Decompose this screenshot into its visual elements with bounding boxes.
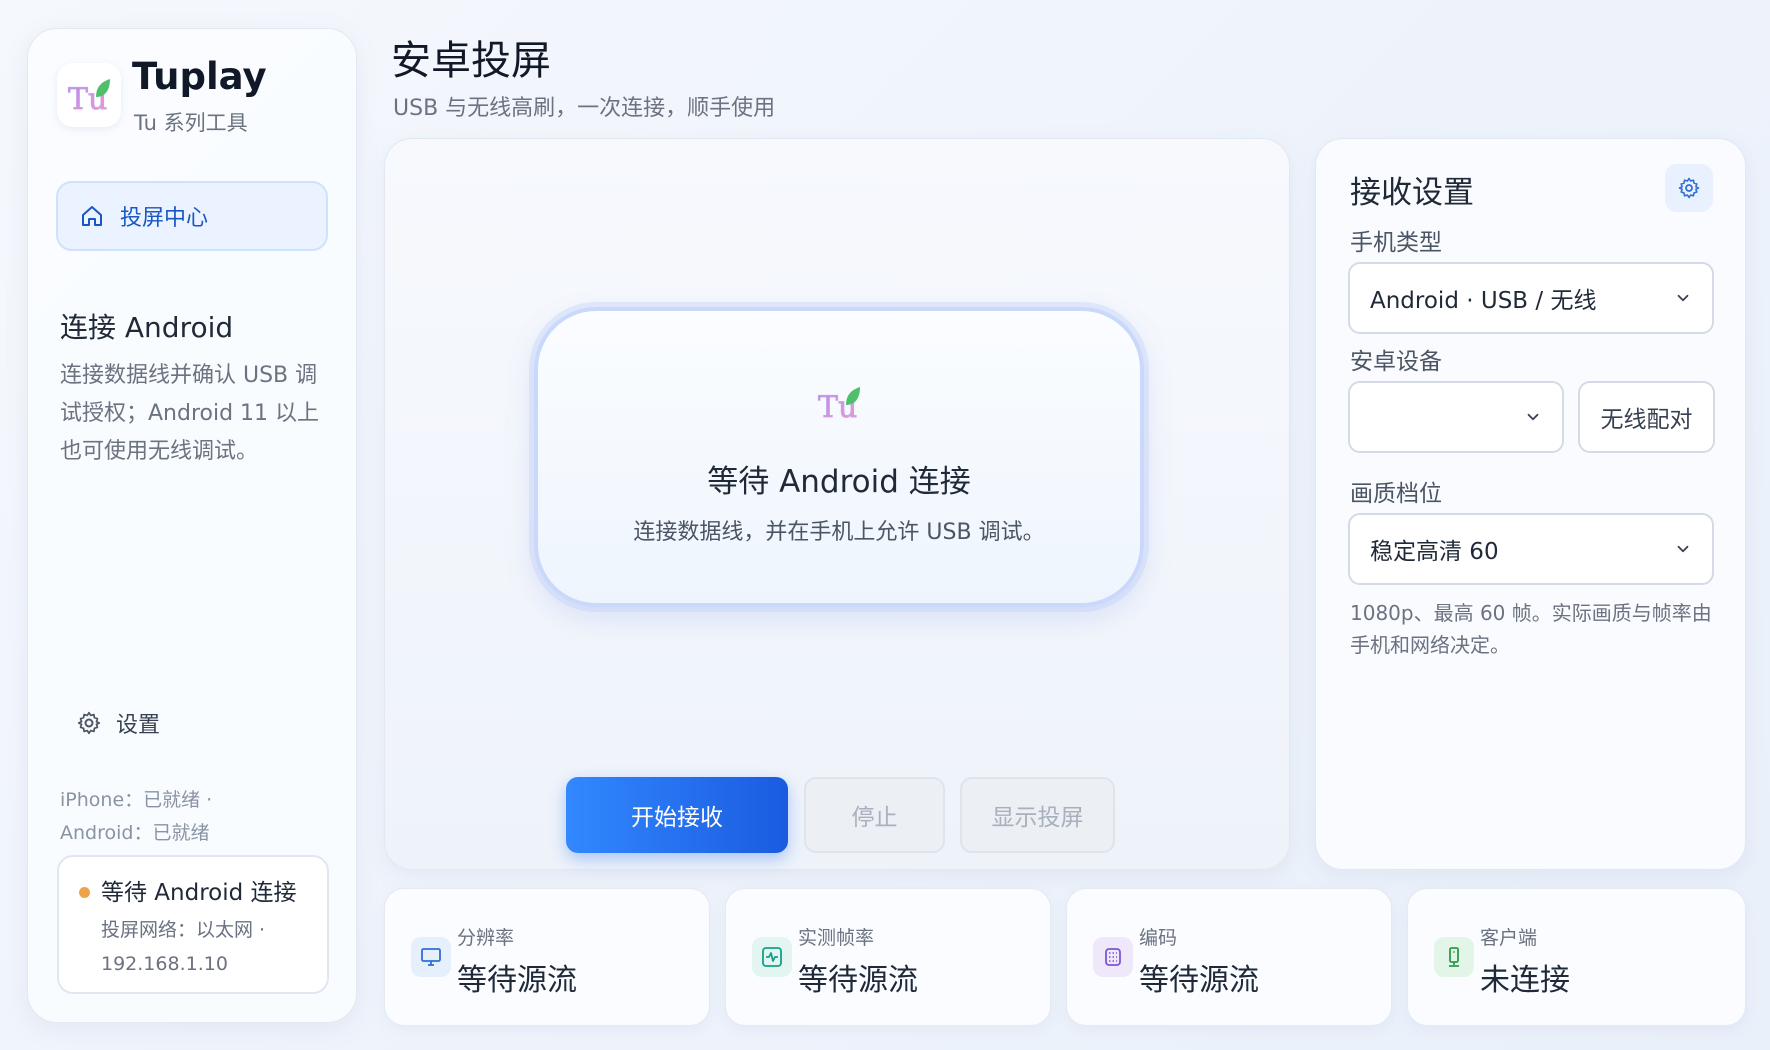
waiting-title: 等待 Android 连接 [707,464,971,500]
stat-value: 等待源流 [1139,963,1259,998]
chevron-down-icon [1677,294,1689,302]
stat-value: 未连接 [1480,963,1570,998]
phone-type-select[interactable]: Android · USB / 无线 [1348,262,1714,334]
stat-label: 客户端 [1480,927,1538,949]
waiting-description: 连接数据线，并在手机上允许 USB 调试。 [633,520,1045,545]
chevron-down-icon [1677,545,1689,553]
brand-name: Tuplay [132,55,267,98]
settings-gear-button[interactable] [1665,164,1713,212]
nav-item-label: 投屏中心 [120,206,209,231]
nav-item-cast-center[interactable]: 投屏中心 [56,181,328,251]
brand-subtitle: Tu 系列工具 [134,111,248,135]
stat-label: 分辨率 [457,927,515,949]
status-ip: 192.168.1.10 [101,953,228,975]
iphone-ready: iPhone：已就绪 · [60,789,213,811]
cast-panel: Tu 等待 Android 连接 连接数据线，并在手机上允许 USB 调试。 开… [384,138,1290,870]
device-select[interactable] [1348,381,1564,453]
connection-status-card: 等待 Android 连接 投屏网络：以太网 · 192.168.1.10 [57,855,329,994]
monitor-icon [411,937,451,977]
app-logo: Tu [57,63,121,127]
wireless-pair-button[interactable]: 无线配对 [1578,381,1715,453]
gear-icon [77,711,101,735]
waiting-card: Tu 等待 Android 连接 连接数据线，并在手机上允许 USB 调试。 [534,307,1144,607]
home-icon [82,206,102,226]
stat-card-fps: 实测帧率 等待源流 [725,888,1051,1026]
chevron-down-icon [1527,413,1539,421]
quality-value: 稳定高清 60 [1370,539,1499,565]
activity-icon [752,937,792,977]
stat-label: 编码 [1139,927,1178,949]
android-ready: Android：已就绪 [60,822,210,844]
settings-label: 设置 [116,713,161,738]
quality-note: 1080p、最高 60 帧。实际画质与帧率由手机和网络决定。 [1350,601,1712,657]
stat-card-codec: 编码 等待源流 [1066,888,1392,1026]
section-description: 连接数据线并确认 USB 调试授权；Android 11 以上也可使用无线调试。 [60,363,320,464]
stat-label: 实测帧率 [798,927,875,949]
stop-button[interactable]: 停止 [804,777,945,853]
sidebar: Tu Tuplay Tu 系列工具 投屏中心 连接 Android 连接数据线并… [27,28,357,1023]
page-title: 安卓投屏 [391,38,551,84]
quality-select[interactable]: 稳定高清 60 [1348,513,1714,585]
settings-title: 接收设置 [1350,175,1474,211]
page-subtitle: USB 与无线高刷，一次连接，顺手使用 [393,96,776,121]
chip-icon [1093,937,1133,977]
status-dot [79,887,90,898]
tuplay-logo-icon: Tu [818,387,860,423]
quality-label: 画质档位 [1350,481,1442,507]
section-title: 连接 Android [60,311,234,344]
phone-type-value: Android · USB / 无线 [1370,288,1597,314]
receive-settings-panel: 接收设置 手机类型 Android · USB / 无线 安卓设备 无线配对 画… [1315,138,1746,870]
device-label: 安卓设备 [1350,349,1442,375]
nav-item-settings[interactable]: 设置 [76,707,160,739]
device-ready-status: iPhone：已就绪 · Android：已就绪 [60,784,320,850]
phone-type-label: 手机类型 [1350,230,1442,256]
phone-device-icon [1434,937,1474,977]
status-detail: 投屏网络：以太网 · 192.168.1.10 [101,913,321,981]
stat-card-resolution: 分辨率 等待源流 [384,888,710,1026]
show-cast-button[interactable]: 显示投屏 [960,777,1115,853]
stat-value: 等待源流 [798,963,918,998]
start-receive-button[interactable]: 开始接收 [566,777,788,853]
status-network: 投屏网络：以太网 · [101,919,266,941]
waiting-logo: Tu [538,383,1140,423]
stat-card-client: 客户端 未连接 [1407,888,1746,1026]
stat-value: 等待源流 [457,963,577,998]
tuplay-logo-icon: Tu [68,79,110,115]
status-title: 等待 Android 连接 [101,880,297,906]
gear-icon [1678,177,1700,199]
